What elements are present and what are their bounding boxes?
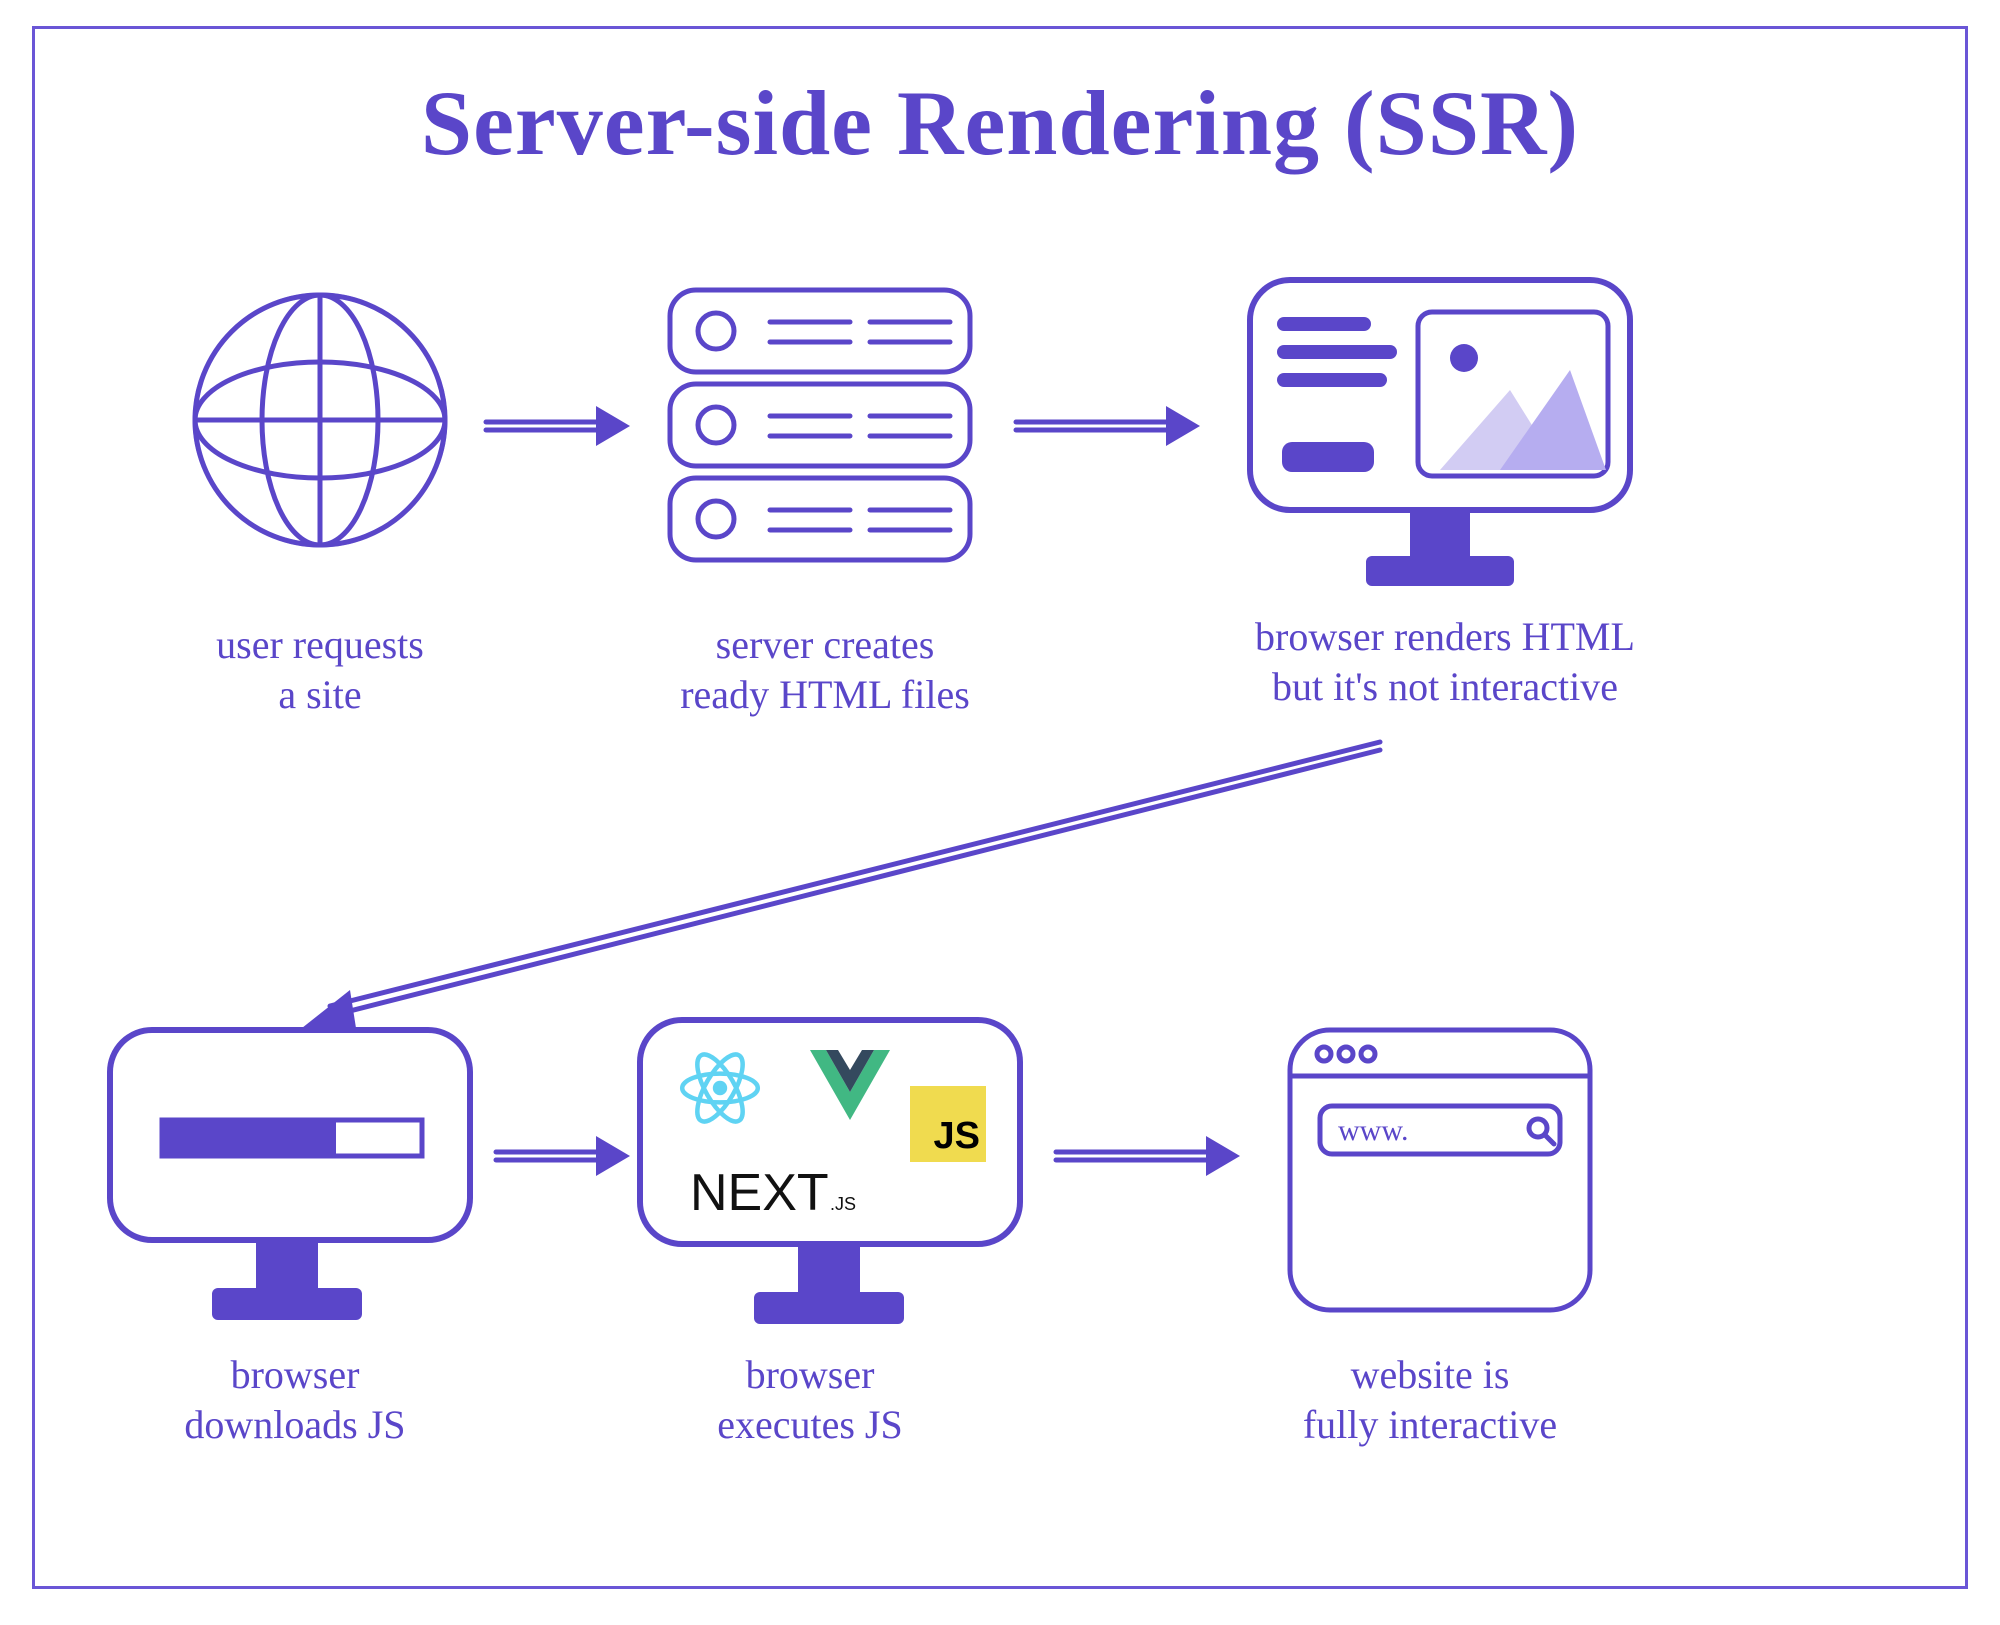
globe-icon [180, 280, 460, 560]
browser-window-icon: www. [1280, 1020, 1600, 1320]
step-caption-4: browser downloads JS [120, 1350, 470, 1450]
svg-text:.JS: .JS [830, 1194, 856, 1214]
monitor-download-icon [100, 1020, 480, 1340]
arrow-diagonal [290, 740, 1390, 1040]
diagram-canvas: Server-side Rendering (SSR) [0, 0, 2000, 1625]
arrow-2 [1010, 400, 1210, 450]
step-caption-1: user requests a site [130, 620, 510, 720]
arrow-5 [1050, 1130, 1250, 1180]
step-caption-5: browser executes JS [610, 1350, 1010, 1450]
js-logo: JS [910, 1086, 986, 1162]
next-logo: NEXT [690, 1164, 829, 1222]
arrow-1 [480, 400, 640, 450]
step-caption-2: server creates ready HTML files [610, 620, 1040, 720]
browser-url: www. [1338, 1114, 1409, 1147]
step-caption-3: browser renders HTML but it's not intera… [1160, 612, 1730, 712]
step-caption-6: website is fully interactive [1220, 1350, 1640, 1450]
monitor-frameworks-icon: NEXT .JS [630, 1010, 1030, 1340]
arrow-4 [490, 1130, 640, 1180]
diagram-title: Server-side Rendering (SSR) [0, 70, 2000, 176]
monitor-rendered-icon [1240, 270, 1640, 600]
server-icon [660, 280, 980, 580]
